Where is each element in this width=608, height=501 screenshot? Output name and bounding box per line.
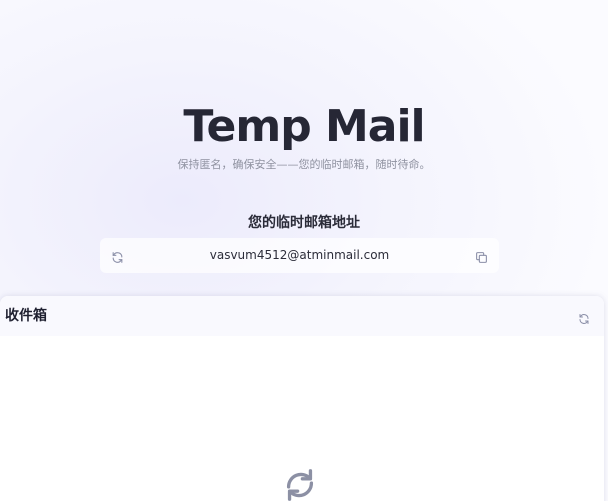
email-address[interactable]: vasvum4512@atminmail.com [100, 247, 499, 264]
copy-icon[interactable] [475, 249, 488, 263]
email-address-box: vasvum4512@atminmail.com [100, 238, 499, 273]
inbox-header: 收件箱 [0, 296, 604, 336]
page-subtitle: 保持匿名，确保安全——您的临时邮箱，随时待命。 [177, 158, 431, 171]
email-section-heading: 您的临时邮箱地址 [248, 215, 360, 231]
inbox-refresh-icon[interactable] [578, 310, 590, 324]
inbox-panel: 收件箱 [0, 296, 604, 501]
inbox-title: 收件箱 [5, 308, 47, 324]
loading-icon [281, 466, 319, 501]
page-title: Temp Mail [183, 101, 425, 152]
